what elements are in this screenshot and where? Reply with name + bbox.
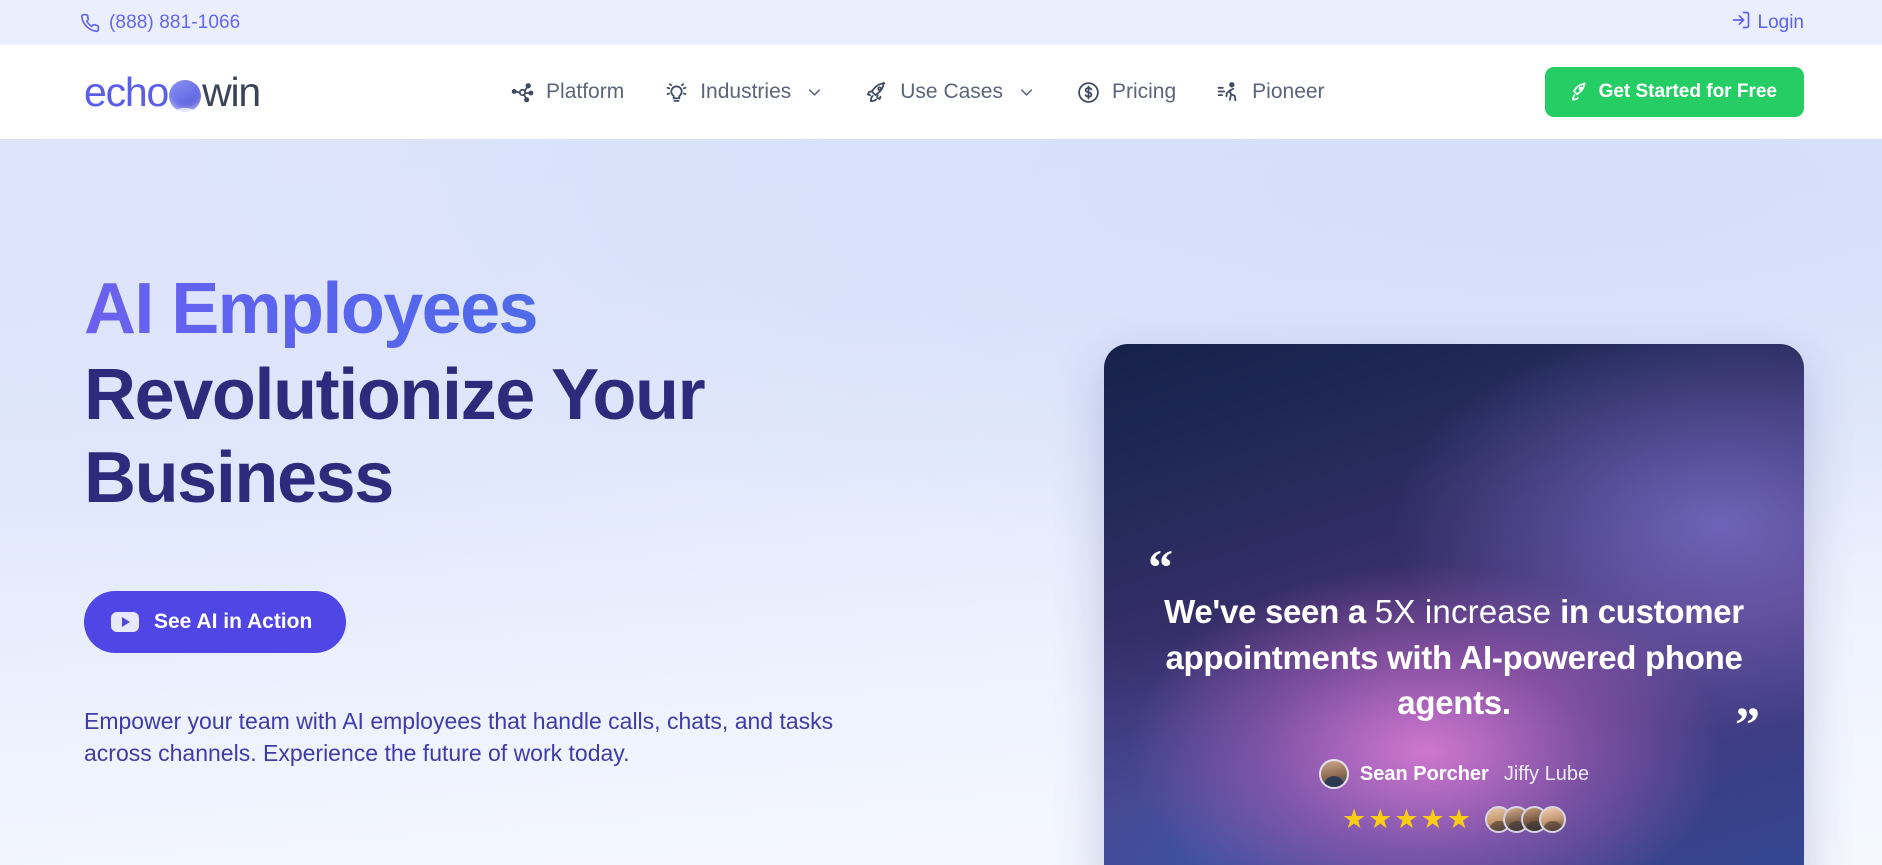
phone-icon <box>80 13 100 33</box>
testimonial-company: Jiffy Lube <box>1503 762 1590 785</box>
hero-headline: AI Employees Revolutionize Your Business <box>84 269 1044 521</box>
testimonial-card: “ We've seen a 5X increase in customer a… <box>1104 344 1804 865</box>
nav-menu: Platform Industries Use Cases Pricing Pi… <box>290 80 1545 105</box>
chevron-down-icon <box>1017 83 1036 102</box>
testimonial-author: Sean Porcher <box>1359 762 1489 785</box>
hero-headline-line1: AI Employees <box>84 269 539 349</box>
hero-headline-line2: Revolutionize Your Business <box>84 354 706 519</box>
main-navbar: echo win Platform Industries Use Cases P… <box>0 45 1882 139</box>
runner-icon <box>1216 80 1241 105</box>
nav-label-pioneer: Pioneer <box>1252 80 1325 103</box>
dollar-circle-icon <box>1076 80 1101 105</box>
nav-label-use-cases: Use Cases <box>900 80 1003 103</box>
get-started-label: Get Started for Free <box>1598 81 1777 102</box>
echowin-circle-logo <box>169 80 202 112</box>
top-utility-bar: (888) 881-1066 Login <box>0 0 1882 45</box>
logo-text-win: win <box>202 68 261 115</box>
login-arrow-icon <box>1731 10 1751 36</box>
see-ai-in-action-label: See AI in Action <box>154 609 313 633</box>
quote-open-icon: “ <box>1148 539 1173 595</box>
network-nodes-icon <box>510 80 535 105</box>
login-link[interactable]: Login <box>1731 10 1805 36</box>
avatar <box>1318 759 1349 789</box>
testimonial-attribution: Sean Porcher Jiffy Lube <box>1104 759 1804 789</box>
nav-item-pioneer[interactable]: Pioneer <box>1216 80 1325 105</box>
hero-section: AI Employees Revolutionize Your Business… <box>0 139 1882 865</box>
login-label: Login <box>1757 11 1805 33</box>
phone-number: (888) 881-1066 <box>109 11 241 33</box>
rocket-icon <box>1567 81 1589 103</box>
nav-label-industries: Industries <box>700 80 792 103</box>
quote-highlight: 5X increase <box>1374 593 1552 630</box>
nav-item-platform[interactable]: Platform <box>510 80 624 105</box>
logo-text-echo: echo <box>84 68 169 115</box>
nav-item-pricing[interactable]: Pricing <box>1076 80 1176 105</box>
rocket-icon <box>864 80 889 105</box>
nav-item-use-cases[interactable]: Use Cases <box>864 80 1036 105</box>
rating-row: ★ ★ ★ ★ ★ <box>1104 806 1804 833</box>
phone-link[interactable]: (888) 881-1066 <box>80 12 240 34</box>
testimonial-quote: We've seen a 5X increase in customer app… <box>1150 589 1758 726</box>
nav-label-platform: Platform <box>546 80 625 103</box>
star-icon: ★ <box>1341 804 1367 834</box>
see-ai-in-action-button[interactable]: See AI in Action <box>84 590 347 653</box>
quote-part1: We've seen a <box>1164 593 1375 630</box>
nav-item-industries[interactable]: Industries <box>664 80 824 105</box>
reviewer-avatar <box>1539 806 1567 833</box>
quote-close-icon: ” <box>1735 696 1760 752</box>
star-icon: ★ <box>1368 804 1393 834</box>
star-icon: ★ <box>1394 804 1419 834</box>
hero-subtext: Empower your team with AI employees that… <box>84 707 834 767</box>
star-rating: ★ ★ ★ ★ ★ <box>1342 806 1471 833</box>
star-icon: ★ <box>1420 804 1445 834</box>
nav-label-pricing: Pricing <box>1111 80 1177 103</box>
reviewer-avatar-stack <box>1485 806 1567 833</box>
hero-content: AI Employees Revolutionize Your Business… <box>84 139 1044 770</box>
youtube-play-icon <box>111 611 139 632</box>
logo-echowin[interactable]: echo win <box>84 68 261 116</box>
lightbulb-icon <box>664 80 689 105</box>
get-started-button[interactable]: Get Started for Free <box>1544 67 1804 117</box>
chevron-down-icon <box>805 83 824 102</box>
star-icon: ★ <box>1446 804 1472 834</box>
